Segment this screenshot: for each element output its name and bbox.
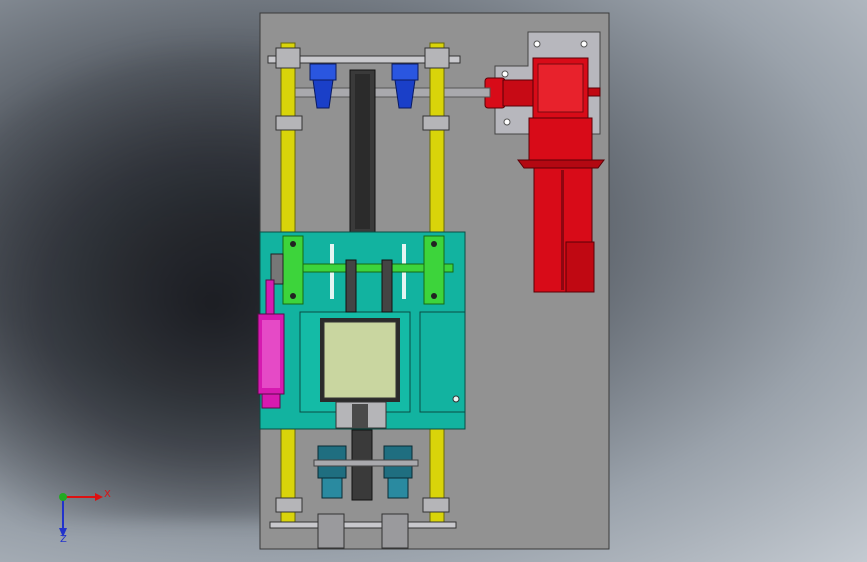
x-axis-label: X: [104, 489, 111, 500]
axis-triad: [59, 493, 103, 537]
cad-viewport[interactable]: X Z: [0, 0, 867, 562]
z-axis-label: Z: [60, 534, 67, 545]
